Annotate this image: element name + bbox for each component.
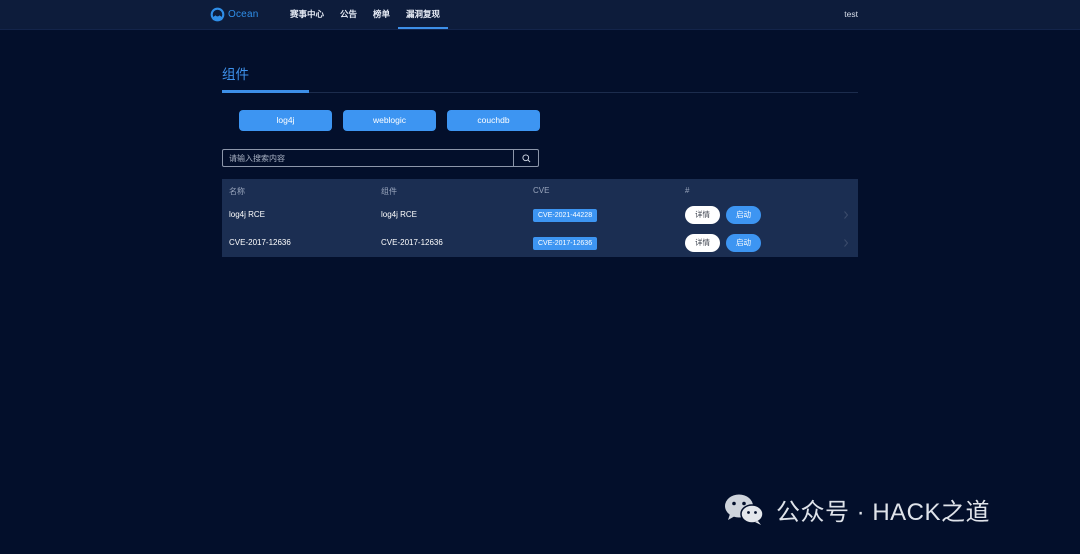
component-button-couchdb[interactable]: couchdb bbox=[447, 110, 540, 131]
row-component: log4j RCE bbox=[381, 210, 418, 219]
row-component: CVE-2017-12636 bbox=[381, 238, 443, 247]
detail-button[interactable]: 详情 bbox=[685, 206, 720, 224]
detail-button[interactable]: 详情 bbox=[685, 234, 720, 252]
search-icon bbox=[521, 153, 530, 162]
cve-badge: CVE-2017-12636 bbox=[533, 237, 598, 250]
column-header-component: 组件 bbox=[381, 187, 397, 196]
wechat-icon bbox=[725, 494, 764, 525]
page: Ocean 赛事中心 公告 榜单 漏洞复现 test 组件 log4j webl… bbox=[0, 0, 1080, 554]
section-title[interactable]: 组件 bbox=[222, 63, 249, 83]
column-header-cve: CVE bbox=[533, 186, 550, 195]
row-name: CVE-2017-12636 bbox=[229, 238, 291, 247]
chevron-right-icon[interactable] bbox=[842, 210, 850, 220]
nav-item-vuln-reproduction[interactable]: 漏洞复现 bbox=[398, 0, 449, 29]
cve-badge: CVE-2021-44228 bbox=[533, 209, 598, 222]
row-name: log4j RCE bbox=[229, 210, 266, 219]
nav-item-events[interactable]: 赛事中心 bbox=[282, 0, 332, 29]
column-header-actions: # bbox=[685, 186, 690, 195]
user-menu[interactable]: test bbox=[844, 0, 858, 29]
logo[interactable]: Ocean bbox=[210, 6, 258, 23]
start-button[interactable]: 启动 bbox=[726, 206, 761, 224]
vuln-table: 名称 组件 CVE # log4j RCE log4j RCE CVE-2021… bbox=[222, 179, 858, 257]
watermark-text: 公众号 · HACK之道 bbox=[776, 498, 991, 526]
search-box bbox=[222, 149, 539, 167]
logo-text: Ocean bbox=[228, 9, 259, 20]
component-button-weblogic[interactable]: weblogic bbox=[343, 110, 436, 131]
top-nav-bar: Ocean 赛事中心 公告 榜单 漏洞复现 test bbox=[0, 0, 1080, 30]
nav-item-announcements[interactable]: 公告 bbox=[332, 0, 365, 29]
nav-item-leaderboard[interactable]: 榜单 bbox=[365, 0, 398, 29]
column-header-name: 名称 bbox=[229, 187, 245, 196]
main-nav: 赛事中心 公告 榜单 漏洞复现 bbox=[282, 0, 449, 29]
section-divider bbox=[222, 92, 858, 93]
section-active-underline bbox=[222, 90, 309, 93]
watermark: 公众号 · HACK之道 bbox=[722, 489, 990, 529]
search-button[interactable] bbox=[513, 150, 538, 166]
ocean-logo-icon bbox=[210, 7, 225, 22]
search-input[interactable] bbox=[223, 150, 513, 166]
component-button-log4j[interactable]: log4j bbox=[239, 110, 332, 131]
start-button[interactable]: 启动 bbox=[726, 234, 761, 252]
chevron-right-icon[interactable] bbox=[842, 238, 850, 248]
